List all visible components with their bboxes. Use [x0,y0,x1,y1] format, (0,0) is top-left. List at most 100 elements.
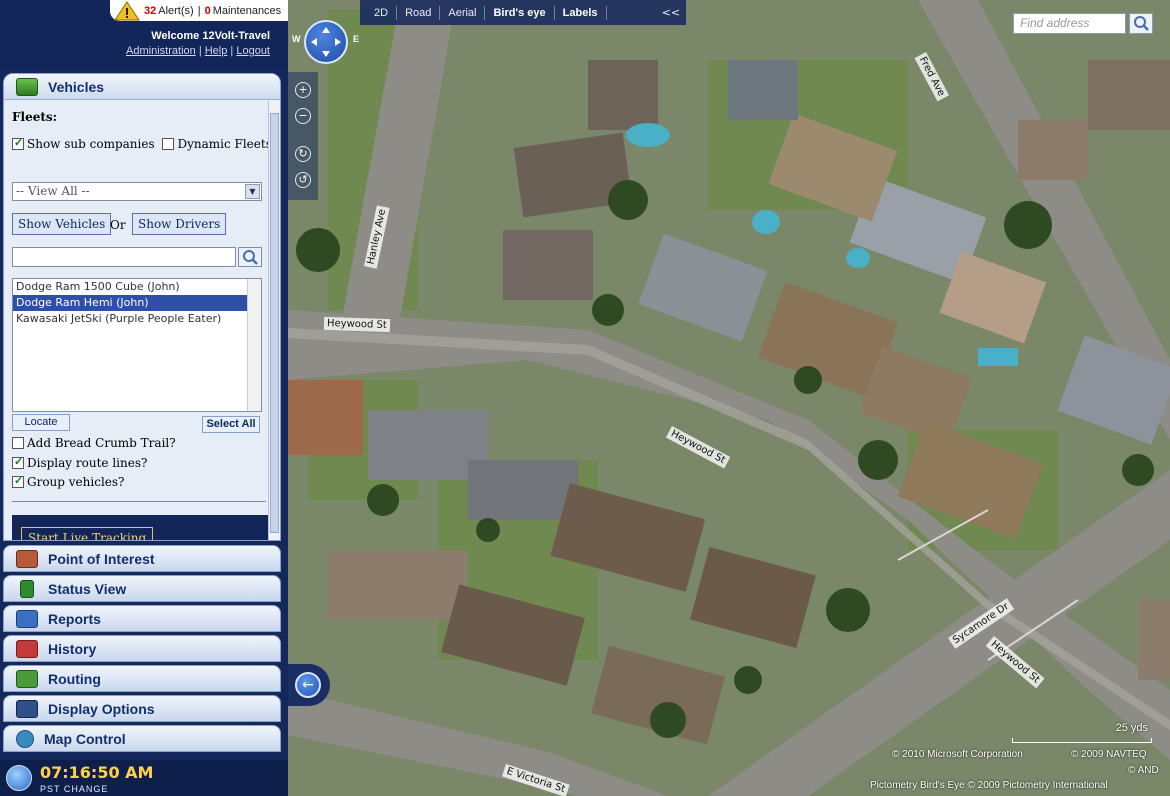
maintenance-count[interactable]: 0 [205,5,211,17]
vehicle-list-item[interactable]: Kawasaki JetSki (Purple People Eater) [13,311,261,327]
vehicle-list[interactable]: Dodge Ram 1500 Cube (John) Dodge Ram Hem… [12,278,262,412]
search-icon [243,250,258,265]
calendar-icon [16,639,38,658]
vehicles-panel-header[interactable]: Vehicles [4,74,280,100]
view-2d-button[interactable]: 2D [366,7,396,19]
help-link[interactable]: Help [205,45,228,57]
live-tracking-box: Start Live Tracking [12,515,274,540]
search-icon [1134,16,1149,31]
select-all-button[interactable]: Select All [202,416,260,433]
traffic-light-icon [20,579,34,598]
vehicles-panel-title: Vehicles [48,78,105,95]
show-drivers-button[interactable]: Show Drivers [132,213,227,235]
fleet-select-value: -- View All -- [16,184,90,198]
nav-label: Status View [48,580,127,597]
warning-icon [114,0,140,20]
compass-east-label: E [353,34,360,44]
compass-control[interactable]: W E [292,10,360,72]
vehicle-list-scrollbar[interactable] [247,279,261,411]
fleet-select[interactable]: -- View All -- ▼ [12,182,262,201]
find-address-button[interactable] [1129,13,1153,34]
or-label: Or [110,218,126,232]
show-sub-companies-checkbox[interactable] [12,136,24,150]
nav-label: Display Options [48,700,155,717]
nav-map-control[interactable]: Map Control [3,725,281,752]
zoom-out-icon[interactable]: − [295,108,311,124]
vehicle-list-item[interactable]: Dodge Ram 1500 Cube (John) [13,279,261,295]
route-lines-row: Display route lines? [12,455,148,470]
chart-icon [16,609,38,628]
street-label: Heywood St [323,316,391,333]
zoom-in-icon[interactable]: + [295,82,311,98]
bread-crumb-checkbox[interactable] [12,437,24,449]
map-view[interactable]: Hanley Ave Fred Ave Heywood St Heywood S… [288,0,1170,796]
pan-control[interactable] [304,20,348,64]
view-aerial-button[interactable]: Aerial [440,7,484,19]
nav-status-view[interactable]: Status View [3,575,281,602]
clock-globe-icon [6,765,32,791]
fleets-label: Fleets: [12,110,58,124]
vehicle-search-input[interactable] [12,247,236,267]
globe-icon [16,729,34,748]
view-road-button[interactable]: Road [397,7,439,19]
clock-time: 07:16:50 AM [40,763,154,782]
copyright-navteq: © 2009 NAVTEQ [1071,749,1147,760]
nav-label: History [48,640,97,657]
copyright-pictometry: Pictometry Bird's Eye © 2009 Pictometry … [870,780,1108,791]
nav-routing[interactable]: Routing [3,665,281,692]
scrollbar-thumb[interactable] [270,113,279,533]
dynamic-fleets-checkbox[interactable] [162,138,175,150]
view-birds-eye-button[interactable]: Bird's eye [485,7,553,19]
rotate-clockwise-icon[interactable]: ↻ [295,146,311,162]
header-links: Administration | Help | Logout [126,45,270,57]
bread-crumb-label: Add Bread Crumb Trail? [27,436,176,450]
labels-toggle[interactable]: Labels [555,7,606,19]
vehicles-panel-body: Fleets: Show sub companies Dynamic Fleet… [4,101,274,540]
maintenance-label[interactable]: Maintenances [213,5,282,17]
show-sub-companies-row: Show sub companies Dynamic Fleets [12,136,272,151]
group-vehicles-checkbox[interactable] [12,474,24,488]
route-lines-label: Display route lines? [27,456,148,470]
pan-arrows-icon [311,27,341,57]
collapse-sidebar-button[interactable]: ← [288,664,330,706]
vehicle-search-button[interactable] [238,247,262,267]
house-icon [16,549,38,568]
sidebar: 32 Alert(s) | 0 Maintenances Welcome 12V… [0,0,288,796]
welcome-text: Welcome 12Volt-Travel [151,30,270,42]
chevron-down-icon: ▼ [245,184,260,199]
nav-reports[interactable]: Reports [3,605,281,632]
group-vehicles-row: Group vehicles? [12,474,124,489]
arrow-left-icon: ← [295,672,321,698]
administration-link[interactable]: Administration [126,45,196,57]
toolbar-collapse-button[interactable]: << [662,6,680,19]
route-icon [16,669,38,688]
nav-label: Routing [48,670,101,687]
clock: 07:16:50 AM PST CHANGE [0,760,288,796]
clock-timezone: PST [40,784,61,794]
logout-link[interactable]: Logout [236,45,270,57]
alert-count[interactable]: 32 [144,5,156,17]
alert-strip: 32 Alert(s) | 0 Maintenances [110,0,288,21]
vehicle-list-item[interactable]: Dodge Ram Hemi (John) [13,295,261,311]
map-scale-bar [1012,738,1152,743]
find-address-input[interactable]: Find address [1013,13,1126,34]
copyright-and: © AND [1128,765,1159,776]
bread-crumb-row: Add Bread Crumb Trail? [12,436,176,450]
vehicles-panel: Vehicles Fleets: Show sub companies Dyna… [3,73,281,541]
nav-label: Point of Interest [48,550,155,567]
route-lines-checkbox[interactable] [12,455,24,469]
header-separator: | [197,4,201,17]
nav-display-options[interactable]: Display Options [3,695,281,722]
vehicles-panel-scrollbar[interactable] [268,101,280,540]
show-sub-companies-label: Show sub companies [27,137,155,151]
start-live-tracking-button[interactable]: Start Live Tracking [21,527,154,540]
truck-icon [16,77,38,96]
clock-change-link[interactable]: CHANGE [64,784,109,794]
alert-label[interactable]: Alert(s) [158,5,193,17]
rotate-counterclockwise-icon[interactable]: ↺ [295,172,311,188]
nav-history[interactable]: History [3,635,281,662]
nav-point-of-interest[interactable]: Point of Interest [3,545,281,572]
show-vehicles-button[interactable]: Show Vehicles [12,213,112,235]
copyright-microsoft: © 2010 Microsoft Corporation [892,749,1023,760]
locate-button[interactable]: Locate [12,414,70,431]
